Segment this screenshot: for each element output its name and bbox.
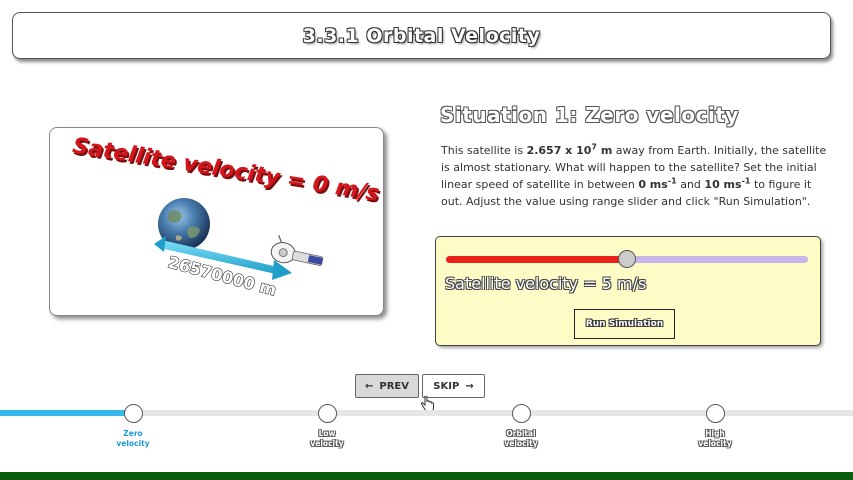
page-header: 3.3.1 Orbital Velocity <box>12 12 831 59</box>
situation-description: This satellite is 2.657 x 107 m away fro… <box>441 142 827 208</box>
step-label: Low velocity <box>310 429 344 448</box>
slider-thumb[interactable] <box>618 250 636 268</box>
page-title: 3.3.1 Orbital Velocity <box>302 24 541 47</box>
step-dot <box>123 404 143 423</box>
step-dot <box>317 404 337 423</box>
velocity-control-panel: Satellite velocity = 5 m/s Run Simulatio… <box>435 236 821 346</box>
bottom-bar <box>0 472 853 480</box>
arrow-left-icon: ← <box>365 380 374 392</box>
step-zero-velocity[interactable]: Zero velocity <box>93 404 173 449</box>
velocity-caption: Satellite velocity = 0 m/s <box>71 133 381 206</box>
prev-label: PREV <box>379 380 409 392</box>
simulation-canvas: Satellite velocity = 0 m/s Satellite vel… <box>49 127 384 316</box>
step-high-velocity[interactable]: High velocity <box>675 404 755 449</box>
arrow-right-icon: → <box>465 380 474 392</box>
slider-fill <box>446 256 627 263</box>
simulation-scene: Satellite velocity = 0 m/s Satellite vel… <box>71 133 383 300</box>
prev-button[interactable]: ← PREV <box>355 374 419 398</box>
situation-title: Situation 1: Zero velocity <box>440 103 739 127</box>
velocity-slider[interactable] <box>446 250 808 268</box>
step-label: Orbital velocity <box>504 429 538 448</box>
run-simulation-button[interactable]: Run Simulation <box>574 309 675 339</box>
velocity-readout: Satellite velocity = 5 m/s <box>445 274 647 293</box>
skip-button[interactable]: SKIP → <box>422 374 485 398</box>
step-label: Zero velocity <box>116 429 150 448</box>
step-low-velocity[interactable]: Low velocity <box>287 404 367 449</box>
step-dot <box>511 404 531 423</box>
step-label: High velocity <box>698 429 732 448</box>
step-dot <box>705 404 725 423</box>
skip-label: SKIP <box>433 380 460 392</box>
step-orbital-velocity[interactable]: Orbital velocity <box>481 404 561 449</box>
